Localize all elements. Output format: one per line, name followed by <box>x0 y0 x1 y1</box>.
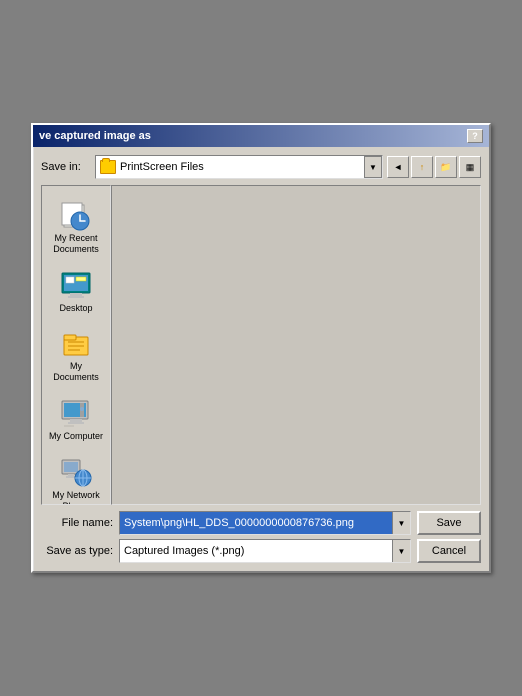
save-as-dropdown-arrow[interactable]: ▼ <box>392 540 410 562</box>
file-name-row: File name: ▼ <box>41 511 411 535</box>
new-folder-icon: 📁 <box>440 162 451 173</box>
folder-dropdown-arrow[interactable]: ▼ <box>364 156 382 178</box>
nav-buttons: ◄ ↑ 📁 ▦ <box>387 156 481 178</box>
back-icon: ◄ <box>394 162 403 172</box>
network-icon <box>60 456 92 488</box>
sidebar-desktop-label: Desktop <box>59 303 92 314</box>
save-as-label: Save as type: <box>41 545 113 557</box>
file-name-label: File name: <box>41 517 113 529</box>
new-folder-button[interactable]: 📁 <box>435 156 457 178</box>
bottom-actions: File name: ▼ Save as type: ▼ <box>41 511 481 563</box>
folder-dropdown[interactable]: PrintScreen Files ▼ <box>95 155 383 179</box>
folder-dropdown-inner: PrintScreen Files <box>96 156 364 178</box>
documents-icon <box>60 327 92 359</box>
dialog-title: ve captured image as <box>39 130 151 142</box>
view-icon: ▦ <box>466 162 475 173</box>
folder-icon <box>100 160 116 174</box>
view-button[interactable]: ▦ <box>459 156 481 178</box>
save-in-label: Save in: <box>41 161 89 173</box>
dialog-body: Save in: PrintScreen Files ▼ ◄ <box>33 147 489 571</box>
save-dialog: ve captured image as ? Save in: PrintScr… <box>31 123 491 573</box>
file-name-input[interactable] <box>120 512 392 534</box>
sidebar-documents-label: My Documents <box>47 361 105 383</box>
save-button[interactable]: Save <box>417 511 481 535</box>
back-button[interactable]: ◄ <box>387 156 409 178</box>
save-as-input[interactable] <box>120 540 392 562</box>
save-in-row: Save in: PrintScreen Files ▼ ◄ <box>41 155 481 179</box>
computer-icon <box>60 397 92 429</box>
sidebar-computer-label: My Computer <box>49 431 103 442</box>
save-as-chevron-icon: ▼ <box>398 547 406 556</box>
fields-section: File name: ▼ Save as type: ▼ <box>41 511 411 563</box>
file-dropdown-chevron-icon: ▼ <box>398 519 406 528</box>
sidebar-item-computer[interactable]: My Computer <box>44 392 108 447</box>
sidebar: My Recent Documents Desktop <box>41 185 111 505</box>
sidebar-item-network[interactable]: My Network Places <box>44 451 108 505</box>
up-folder-button[interactable]: ↑ <box>411 156 433 178</box>
desktop-icon <box>60 269 92 301</box>
main-content-area: My Recent Documents Desktop <box>41 185 481 505</box>
folder-name: PrintScreen Files <box>120 161 204 173</box>
cancel-button[interactable]: Cancel <box>417 539 481 563</box>
action-buttons: Save Cancel <box>417 511 481 563</box>
dropdown-chevron-icon: ▼ <box>369 163 377 172</box>
file-name-dropdown-arrow[interactable]: ▼ <box>392 512 410 534</box>
save-as-row: Save as type: ▼ <box>41 539 411 563</box>
sidebar-recent-label: My Recent Documents <box>47 233 105 255</box>
recent-icon <box>60 199 92 231</box>
sidebar-item-recent[interactable]: My Recent Documents <box>44 194 108 260</box>
file-area <box>111 185 481 505</box>
help-button[interactable]: ? <box>467 129 483 143</box>
title-bar-controls: ? <box>467 129 483 143</box>
up-icon: ↑ <box>420 162 425 172</box>
title-bar: ve captured image as ? <box>33 125 489 147</box>
sidebar-item-documents[interactable]: My Documents <box>44 322 108 388</box>
sidebar-network-label: My Network Places <box>47 490 105 505</box>
sidebar-item-desktop[interactable]: Desktop <box>44 264 108 319</box>
